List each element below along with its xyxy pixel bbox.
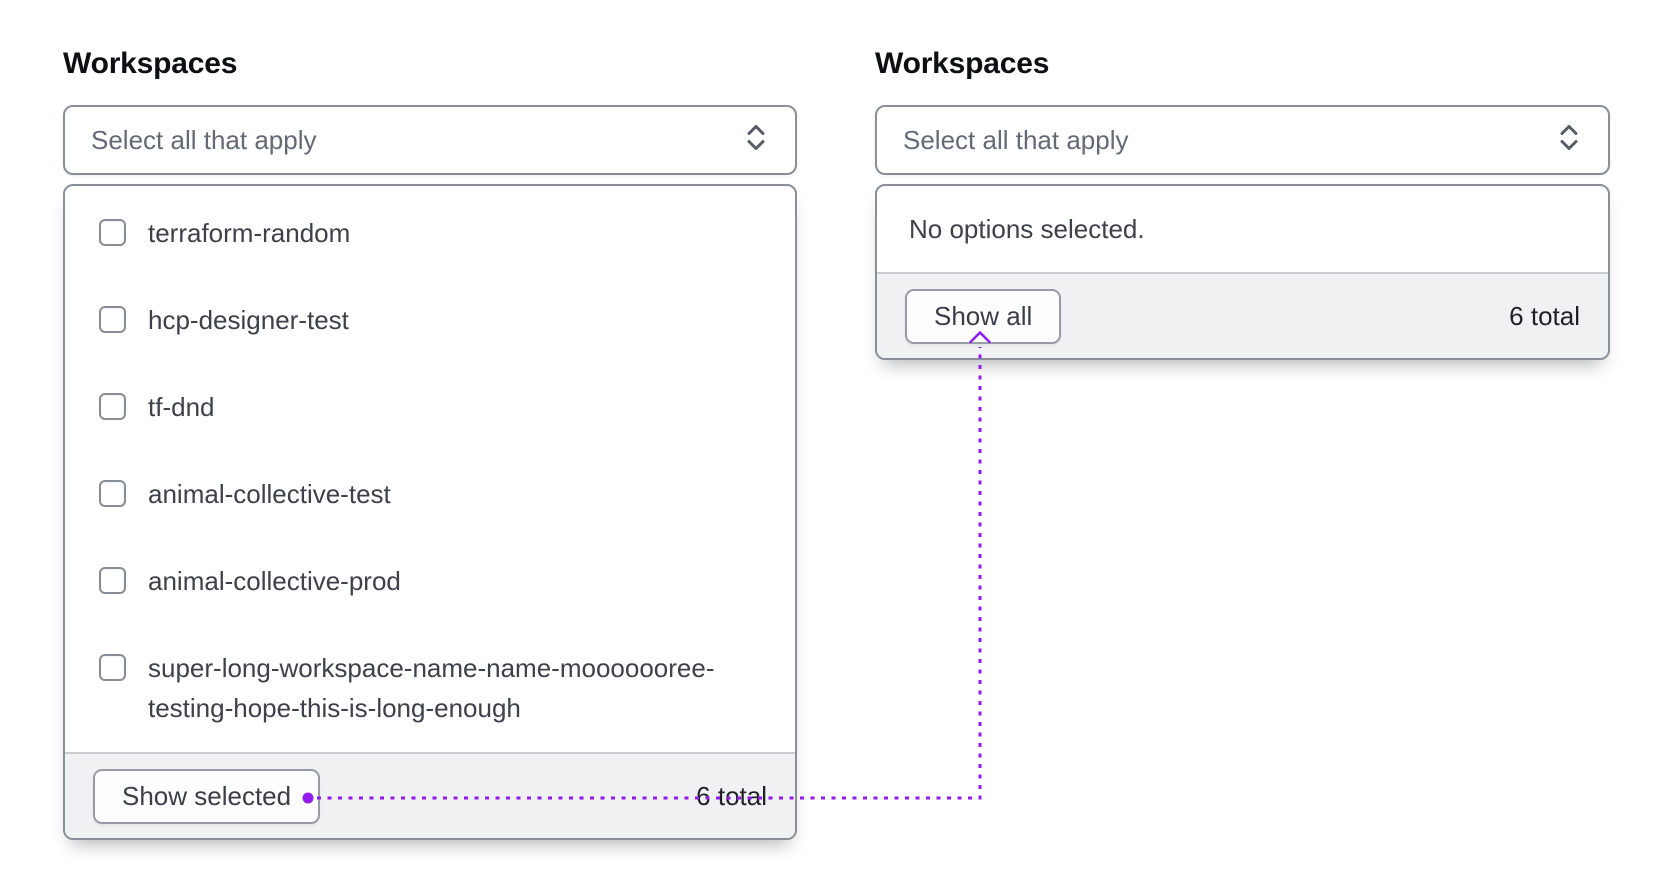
summary-panel-footer: Show all 6 total [877,272,1608,358]
select-trigger[interactable]: Select all that apply [63,105,797,175]
summary-panel: No options selected. Show all 6 total [875,184,1610,360]
select-placeholder: Select all that apply [903,124,1129,155]
select-chevrons-icon [1556,123,1582,158]
empty-state-text: No options selected. [909,213,1145,244]
options-list: terraform-random hcp-designer-test tf-dn… [65,186,795,752]
workspaces-multiselect-open: Workspaces Select all that apply terrafo… [63,46,797,840]
show-all-button[interactable]: Show all [905,288,1062,344]
field-label: Workspaces [875,47,1050,80]
workspaces-multiselect-empty: Workspaces Select all that apply No opti… [875,46,1610,360]
option-label: animal-collective-test [148,479,391,509]
total-count: 6 total [696,780,767,811]
checkbox[interactable] [99,306,126,333]
option-label: hcp-designer-test [148,305,349,335]
checkbox[interactable] [99,567,126,594]
workspace-option[interactable]: super-long-workspace-name-name-moooooore… [99,648,769,728]
workspace-option[interactable]: tf-dnd [99,387,769,427]
checkbox[interactable] [99,480,126,507]
page: Workspaces Select all that apply terrafo… [0,0,1672,892]
workspace-option[interactable]: animal-collective-prod [99,561,769,601]
select-trigger[interactable]: Select all that apply [875,105,1610,175]
checkbox[interactable] [99,654,126,681]
show-selected-button[interactable]: Show selected [93,768,321,824]
option-label: super-long-workspace-name-name-moooooore… [148,653,715,723]
option-label: animal-collective-prod [148,566,401,596]
select-chevrons-icon [743,123,769,158]
checkbox[interactable] [99,219,126,246]
checkbox[interactable] [99,393,126,420]
option-label: tf-dnd [148,392,215,422]
option-label: terraform-random [148,218,351,248]
select-placeholder: Select all that apply [91,124,317,155]
workspace-option[interactable]: hcp-designer-test [99,300,769,340]
workspace-option[interactable]: animal-collective-test [99,474,769,514]
empty-state-row: No options selected. [877,186,1608,272]
workspace-option[interactable]: terraform-random [99,213,769,253]
options-panel: terraform-random hcp-designer-test tf-dn… [63,184,797,840]
options-panel-footer: Show selected 6 total [65,752,795,838]
field-label: Workspaces [63,47,238,80]
total-count: 6 total [1509,300,1580,331]
